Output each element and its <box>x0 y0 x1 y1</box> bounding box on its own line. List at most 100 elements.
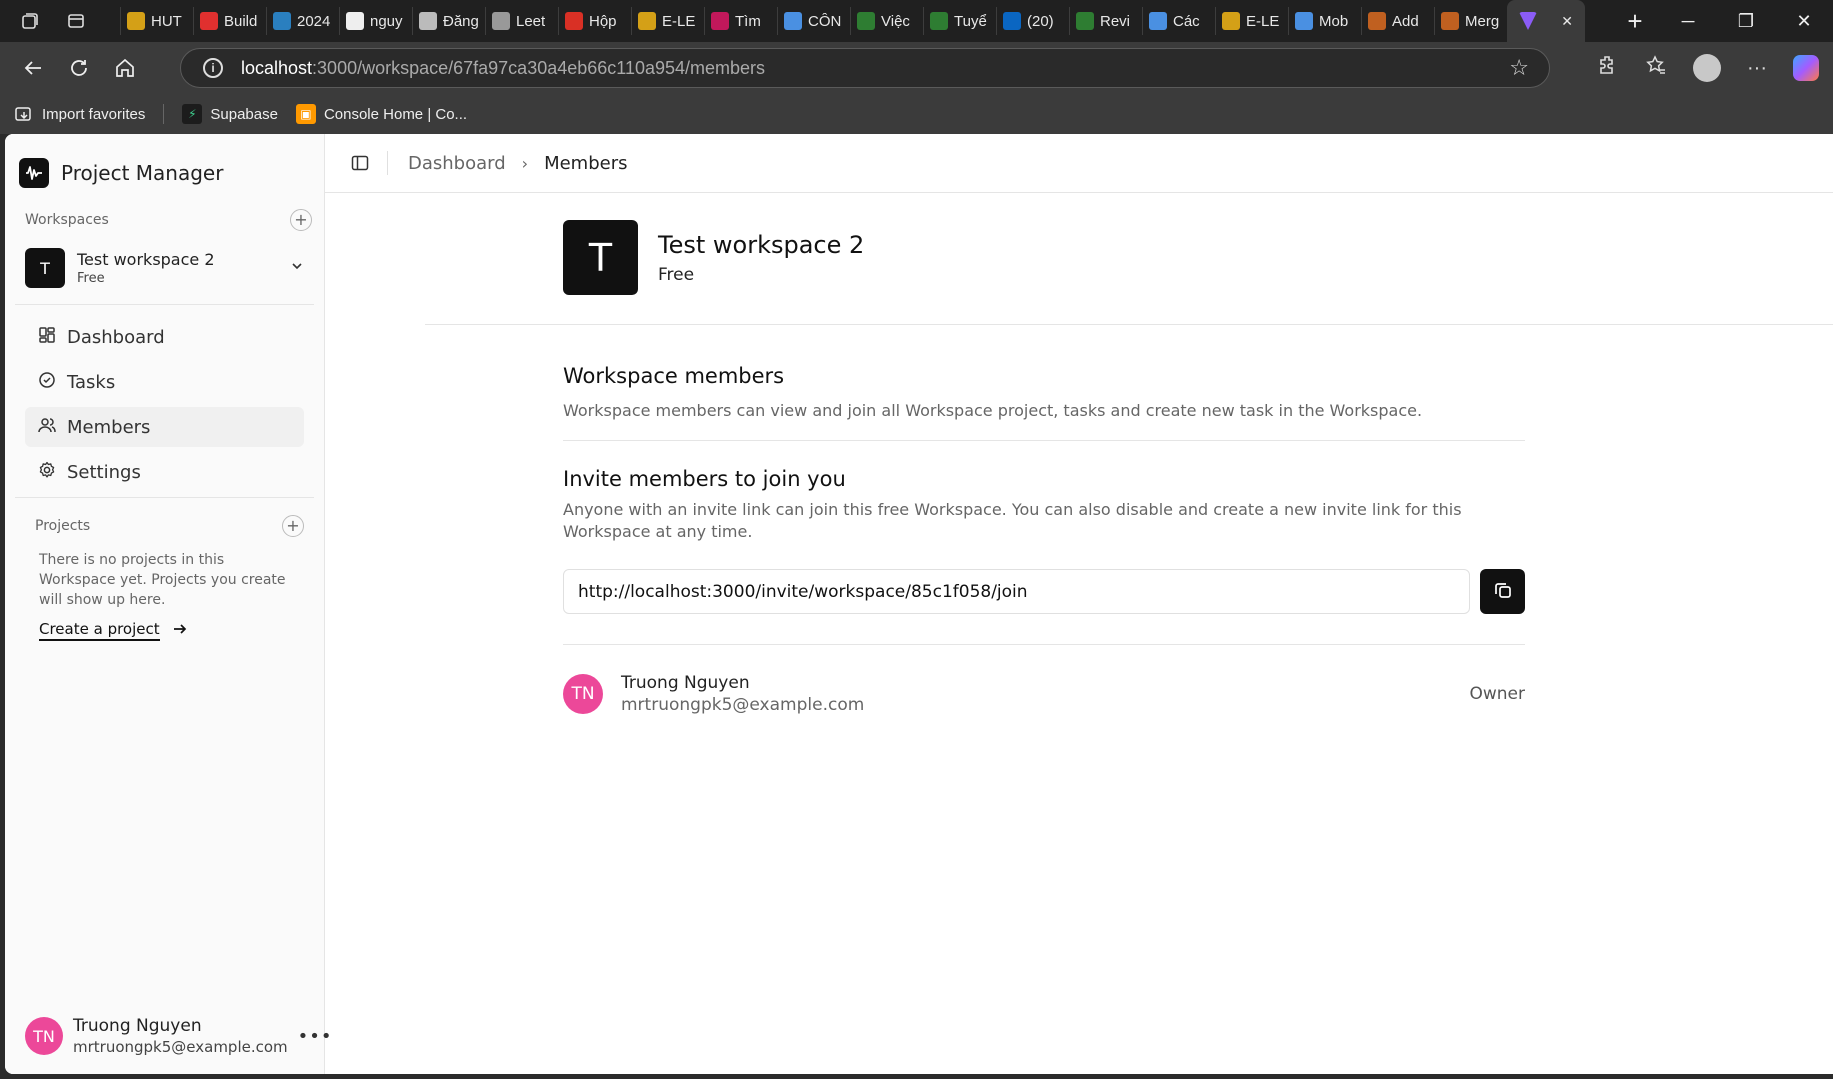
sidebar-item-settings[interactable]: Settings <box>25 452 304 492</box>
workspace-switcher[interactable]: T Test workspace 2 Free <box>25 242 312 294</box>
browser-tab[interactable]: Hộp <box>558 7 631 35</box>
browser-tab[interactable]: E-LE <box>1215 7 1288 35</box>
brand[interactable]: Project Manager <box>5 134 324 196</box>
browser-tab[interactable]: Việc <box>850 7 923 35</box>
restore-icon[interactable]: ❐ <box>1717 11 1775 32</box>
sidebar-item-tasks[interactable]: Tasks <box>25 362 304 402</box>
tab-label: Việc <box>881 12 910 30</box>
browser-tab[interactable]: Revi <box>1069 7 1142 35</box>
close-window-icon[interactable]: ✕ <box>1775 11 1833 32</box>
projects-label: Projects <box>35 518 91 534</box>
browser-tab[interactable]: CÔN <box>777 7 850 35</box>
browser-tab[interactable]: E-LE <box>631 7 704 35</box>
invite-link-field[interactable]: http://localhost:3000/invite/workspace/8… <box>563 569 1470 614</box>
favorite-star-icon[interactable]: ☆ <box>1509 55 1529 81</box>
more-menu-icon[interactable]: ··· <box>1747 57 1767 80</box>
url-text[interactable]: localhost:3000/workspace/67fa97ca30a4eb6… <box>241 58 765 79</box>
site-info-icon[interactable]: i <box>203 58 223 78</box>
member-name: Truong Nguyen <box>621 673 750 693</box>
user-name: Truong Nguyen <box>73 1016 202 1036</box>
invite-description: Anyone with an invite link can join this… <box>563 500 1462 541</box>
members-icon <box>37 415 57 440</box>
favorites-icon[interactable] <box>1645 54 1667 82</box>
extensions-icon[interactable] <box>1597 54 1619 82</box>
sidebar-item-label: Tasks <box>67 371 116 393</box>
breadcrumb-members: Members <box>544 152 628 174</box>
minimize-icon[interactable]: ─ <box>1659 11 1717 32</box>
create-project-link[interactable]: Create a project <box>39 620 312 641</box>
browser-tab[interactable]: Add <box>1361 7 1434 35</box>
active-browser-tab[interactable]: ✕ <box>1507 0 1585 42</box>
tasks-icon <box>37 370 57 395</box>
user-menu[interactable]: TN Truong Nguyen mrtruongpk5@example.com… <box>25 1016 332 1056</box>
members-description: Workspace members can view and join all … <box>563 401 1423 420</box>
browser-tab[interactable]: Tuyể <box>923 7 996 35</box>
add-project-button[interactable]: + <box>282 515 304 537</box>
tab-favicon-icon <box>857 12 875 30</box>
workspace-plan-badge: Free <box>658 264 695 285</box>
tab-favicon-icon <box>419 12 437 30</box>
profile-avatar[interactable] <box>1693 54 1722 82</box>
member-email: mrtruongpk5@example.com <box>621 695 865 715</box>
invite-link-row: http://localhost:3000/invite/workspace/8… <box>563 569 1525 614</box>
workspaces-label: Workspaces <box>25 212 109 228</box>
tab-label: Hộp <box>589 12 617 30</box>
browser-tab[interactable]: (20) <box>996 7 1069 35</box>
add-workspace-button[interactable]: + <box>290 209 312 231</box>
home-button[interactable] <box>103 46 147 90</box>
tab-favicon-icon <box>1149 12 1167 30</box>
new-tab-button[interactable]: + <box>1611 6 1659 37</box>
browser-tab[interactable]: nguy <box>339 7 412 35</box>
tab-favicon-icon <box>1295 12 1313 30</box>
url-bar[interactable]: i localhost:3000/workspace/67fa97ca30a4e… <box>180 48 1550 88</box>
breadcrumb-dashboard[interactable]: Dashboard <box>408 153 506 174</box>
member-role: Owner <box>1469 684 1525 704</box>
create-project-label: Create a project <box>39 620 160 641</box>
browser-tab[interactable]: Đăng <box>412 7 485 35</box>
avatar: TN <box>25 1017 63 1055</box>
workspaces-icon[interactable] <box>18 9 42 33</box>
address-bar-row: i localhost:3000/workspace/67fa97ca30a4e… <box>0 42 1833 94</box>
waveform-logo-icon <box>19 158 49 188</box>
browser-tab[interactable]: Tìm <box>704 7 777 35</box>
close-tab-icon[interactable]: ✕ <box>1561 13 1573 30</box>
back-button[interactable] <box>11 46 55 90</box>
browser-tab[interactable]: Build <box>193 7 266 35</box>
browser-tab[interactable]: Các <box>1142 7 1215 35</box>
favorite-supabase[interactable]: ⚡ Supabase <box>182 104 278 124</box>
sidebar-item-dashboard[interactable]: Dashboard <box>25 317 304 357</box>
sidebar-item-label: Settings <box>67 461 141 483</box>
tab-strip: HUT Build 2024 nguy Đăng Leet Hộp E-LE Tìm CÔN Việ… <box>120 0 1611 42</box>
tab-label: Build <box>224 12 258 30</box>
browser-tab[interactable]: Leet <box>485 7 558 35</box>
header-divider <box>425 324 1833 325</box>
browser-tab[interactable]: 2024 <box>266 7 339 35</box>
browser-tab[interactable]: HUT <box>120 7 193 35</box>
chevron-right-icon: › <box>521 153 529 173</box>
favorite-import[interactable]: Import favorites <box>14 104 145 124</box>
sidebar-toggle-icon[interactable] <box>349 152 371 174</box>
copilot-icon[interactable] <box>1793 55 1819 81</box>
workspace-plan: Free <box>77 271 105 286</box>
tab-label: HUT <box>151 12 182 30</box>
tab-label: CÔN <box>808 12 842 30</box>
favorite-aws-console[interactable]: ▣ Console Home | Co... <box>295 104 467 124</box>
copy-link-button[interactable] <box>1480 569 1525 614</box>
brand-name: Project Manager <box>61 161 224 185</box>
refresh-button[interactable] <box>57 46 101 90</box>
browser-tab[interactable]: Merg <box>1434 7 1507 35</box>
user-email: mrtruongpk5@example.com <box>73 1038 288 1056</box>
window-controls: ─ ❐ ✕ <box>1659 11 1833 32</box>
aws-icon: ▣ <box>295 104 316 124</box>
browser-tab[interactable]: Mob <box>1288 7 1361 35</box>
tab-label: Tìm <box>735 12 761 30</box>
tab-actions-icon[interactable] <box>64 9 88 33</box>
workspace-header-info: Test workspace 2 Free <box>658 231 864 285</box>
member-info: Truong Nguyen mrtruongpk5@example.com <box>621 673 864 715</box>
tab-favicon-icon <box>784 12 802 30</box>
sidebar-item-members[interactable]: Members <box>25 407 304 447</box>
browser-toolbar: ··· <box>1597 42 1833 94</box>
tab-favicon-icon <box>127 12 145 30</box>
breadcrumb: Dashboard › Members <box>408 153 627 174</box>
tab-label: Mob <box>1319 12 1349 30</box>
